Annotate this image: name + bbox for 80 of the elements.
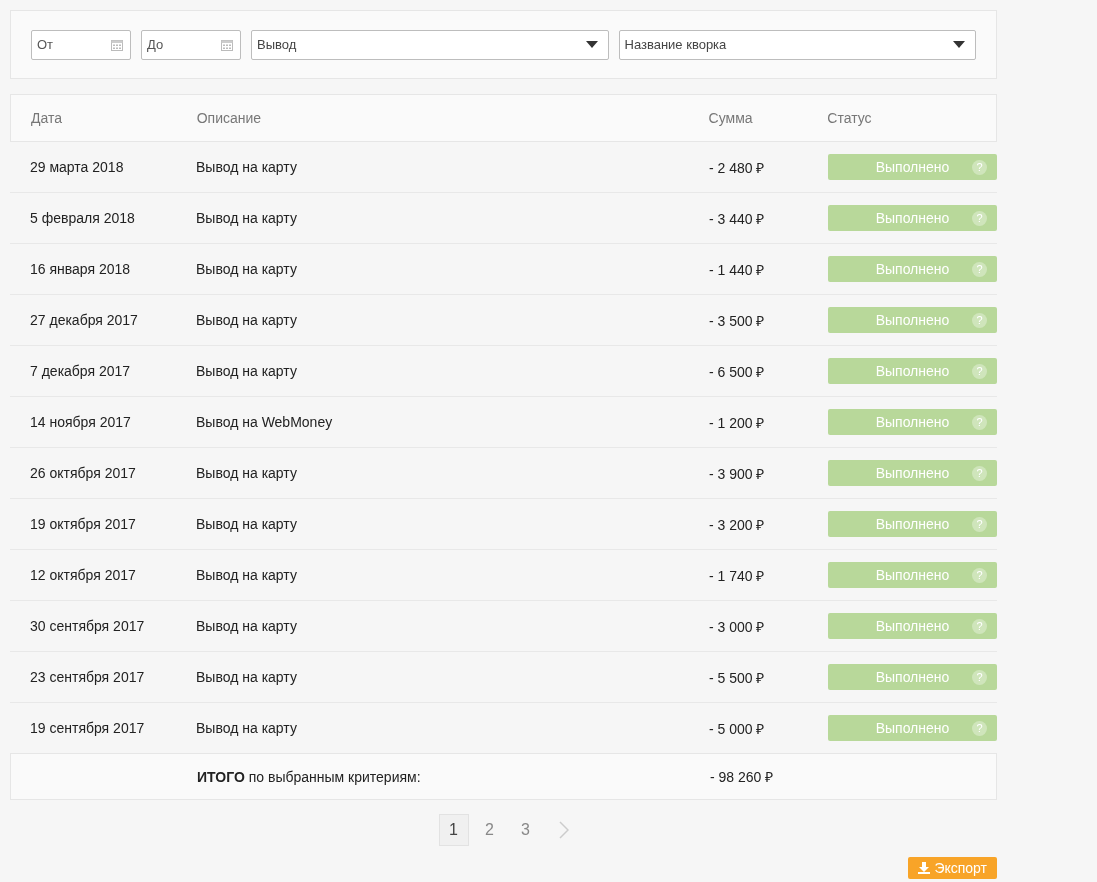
calendar-icon (111, 38, 123, 51)
description-cell-text: Вывод на карту (196, 159, 298, 175)
date-cell-text: 23 сентября 2017 (30, 669, 146, 685)
description-cell-text: Вывод на карту (196, 312, 298, 328)
description-cell-text: Вывод на карту (196, 720, 298, 736)
type-dropdown[interactable]: Вывод (251, 29, 609, 60)
date-cell-text: 14 ноября 2017 (30, 414, 132, 430)
status-text: Выполнено (875, 261, 950, 277)
date-cell-text: 19 октября 2017 (30, 516, 137, 532)
amount-cell-text: - 3 900 ₽ (709, 464, 766, 483)
date-cell-text: 5 февраля 2018 (30, 210, 136, 226)
status-text: Выполнено (875, 414, 950, 430)
description-cell-text: Вывод на карту (196, 516, 298, 532)
status-text: Выполнено (875, 618, 950, 634)
help-icon[interactable]: ? (972, 312, 987, 328)
amount-cell-text: - 3 000 ₽ (709, 617, 766, 636)
help-icon[interactable]: ? (972, 465, 987, 481)
description-cell-text: Вывод на карту (196, 261, 298, 277)
status-text: Выполнено (875, 465, 950, 481)
export-button[interactable]: Экспорт (908, 857, 997, 879)
amount-cell-text: - 1 440 ₽ (709, 260, 766, 279)
amount-cell-text: - 6 500 ₽ (709, 362, 766, 381)
next-page-icon[interactable] (558, 821, 569, 839)
status-text: Выполнено (875, 312, 950, 328)
date-to-field[interactable]: До (141, 29, 241, 60)
help-icon[interactable]: ? (972, 720, 987, 736)
status-text: Выполнено (875, 669, 950, 685)
status-text: Выполнено (875, 720, 950, 736)
amount-cell-text: - 1 200 ₽ (709, 413, 766, 432)
amount-cell-text: - 3 440 ₽ (709, 209, 766, 228)
date-from-field[interactable]: От (31, 29, 131, 60)
column-header: Дата (31, 110, 63, 126)
amount-cell-text: - 1 740 ₽ (709, 566, 766, 585)
date-cell-text: 7 декабря 2017 (30, 363, 132, 379)
page-link[interactable]: 2 (474, 814, 505, 846)
date-cell-text: 29 марта 2018 (30, 159, 125, 175)
date-cell-text: 30 сентября 2017 (30, 618, 146, 634)
help-icon[interactable]: ? (972, 567, 987, 583)
column-header: Описание (196, 110, 263, 126)
help-icon[interactable]: ? (972, 618, 987, 634)
description-cell-text: Вывод на карту (196, 669, 298, 685)
help-icon[interactable]: ? (972, 159, 987, 175)
help-icon[interactable]: ? (972, 414, 987, 430)
caret-icon (953, 41, 965, 48)
amount-cell-text: - 3 200 ₽ (709, 515, 766, 534)
status-text: Выполнено (875, 516, 950, 532)
column-header: Статус (827, 110, 873, 126)
amount-cell-text: - 5 000 ₽ (709, 719, 766, 738)
download-icon (918, 862, 931, 874)
date-cell-text: 27 декабря 2017 (30, 312, 139, 328)
total-amount: - 98 260 ₽ (710, 768, 775, 786)
total-label: ИТОГО по выбранным критериям: (197, 768, 422, 785)
amount-cell-text: - 5 500 ₽ (709, 668, 766, 687)
date-cell-text: 12 октября 2017 (30, 567, 137, 583)
amount-cell-text: - 3 500 ₽ (709, 311, 766, 330)
description-cell-text: Вывод на карту (196, 567, 298, 583)
column-header: Сумма (708, 110, 754, 126)
calendar-icon (221, 38, 233, 51)
caret-icon (585, 41, 598, 48)
description-cell-text: Вывод на WebMoney (196, 414, 334, 430)
amount-cell-text: - 2 480 ₽ (709, 158, 766, 177)
help-icon[interactable]: ? (972, 669, 987, 685)
page-link[interactable]: 3 (510, 814, 541, 846)
description-cell-text: Вывод на карту (196, 210, 298, 226)
status-text: Выполнено (875, 210, 950, 226)
kwork-dropdown[interactable]: Название кворка (618, 29, 976, 60)
date-cell-text: 16 января 2018 (30, 261, 132, 277)
help-icon[interactable]: ? (972, 261, 987, 277)
date-cell-text: 26 октября 2017 (30, 465, 137, 481)
status-text: Выполнено (875, 363, 950, 379)
date-cell-text: 19 сентября 2017 (30, 720, 146, 736)
description-cell-text: Вывод на карту (196, 618, 298, 634)
help-icon[interactable]: ? (972, 210, 987, 226)
description-cell-text: Вывод на карту (196, 363, 298, 379)
description-cell-text: Вывод на карту (196, 465, 298, 481)
status-text: Выполнено (875, 159, 950, 175)
help-icon[interactable]: ? (972, 516, 987, 532)
status-text: Выполнено (875, 567, 950, 583)
page-link[interactable]: 1 (438, 814, 469, 846)
help-icon[interactable]: ? (972, 363, 987, 379)
